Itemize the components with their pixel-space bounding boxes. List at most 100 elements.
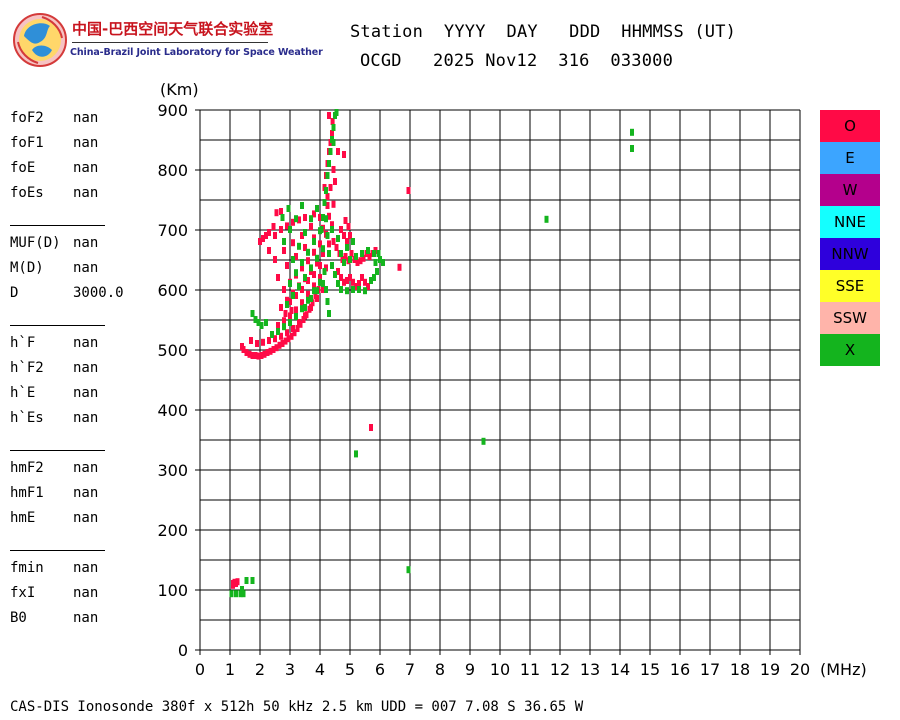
- echo-point-x: [325, 232, 330, 239]
- echo-point-x: [285, 301, 289, 308]
- echo-point-o: [279, 208, 283, 215]
- echo-point-x: [360, 250, 364, 257]
- echo-point-o: [291, 239, 295, 247]
- echo-point-o: [282, 247, 286, 254]
- echo-point-x: [322, 268, 327, 275]
- echo-point-x: [303, 304, 307, 311]
- x-tick-label: 3: [285, 660, 295, 679]
- legend-label: NNW: [831, 245, 869, 263]
- echo-point-o: [309, 304, 313, 311]
- echo-point-o: [309, 223, 313, 230]
- echo-point-o: [283, 310, 288, 317]
- legend-swatch-o: O: [820, 110, 880, 142]
- echo-point-o: [369, 424, 373, 431]
- echo-point-x: [345, 287, 349, 295]
- echo-point-x: [306, 248, 310, 256]
- echo-point-x: [544, 215, 549, 223]
- echo-point-o: [285, 262, 289, 269]
- echo-point-x: [294, 313, 298, 320]
- echo-point-o: [342, 151, 346, 158]
- x-tick-label: 19: [760, 660, 780, 679]
- echo-point-o: [261, 338, 265, 346]
- echo-point-x: [315, 287, 319, 295]
- echo-point-x: [381, 259, 385, 266]
- echo-point-o: [334, 244, 339, 251]
- echo-point-o: [273, 232, 277, 239]
- echo-point-x: [315, 205, 319, 212]
- y-tick-label: 800: [157, 161, 188, 180]
- echo-point-x: [321, 280, 325, 287]
- echo-point-x: [294, 215, 298, 223]
- echo-point-x: [324, 187, 328, 194]
- echo-point-o: [327, 112, 331, 119]
- echo-point-o: [285, 329, 289, 337]
- echo-point-o: [346, 223, 351, 230]
- legend-swatch-e: E: [820, 142, 880, 174]
- echo-point-o: [331, 238, 336, 245]
- x-tick-label: 6: [375, 660, 385, 679]
- echo-point-x: [325, 172, 330, 179]
- echo-point-x: [250, 577, 255, 584]
- echo-point-x: [300, 202, 304, 209]
- echo-point-x: [354, 253, 358, 260]
- echo-point-x: [276, 328, 280, 335]
- legend-label: O: [844, 117, 856, 135]
- x-tick-label: 20: [790, 660, 810, 679]
- legend-label: E: [845, 149, 855, 167]
- echo-point-o: [348, 232, 352, 239]
- y-tick-label: 300: [157, 461, 188, 480]
- echo-point-x: [336, 280, 340, 287]
- x-tick-label: 11: [520, 660, 540, 679]
- echo-point-o: [331, 166, 336, 173]
- y-tick-label: 400: [157, 401, 188, 420]
- x-axis-label: (MHz): [820, 660, 867, 679]
- x-tick-label: 13: [580, 660, 600, 679]
- echo-point-o: [279, 226, 283, 233]
- legend-swatch-nne: NNE: [820, 206, 880, 238]
- echo-point-x: [234, 590, 238, 598]
- echo-point-o: [327, 240, 331, 248]
- echo-point-x: [373, 259, 378, 266]
- echo-point-x: [327, 250, 331, 257]
- echo-point-x: [327, 160, 331, 167]
- echo-point-o: [325, 193, 330, 200]
- y-tick-label: 700: [157, 221, 188, 240]
- echo-point-o: [276, 274, 280, 281]
- legend-label: X: [844, 341, 856, 359]
- echo-point-x: [366, 247, 370, 254]
- echo-point-x: [351, 238, 355, 245]
- echo-point-o: [235, 578, 240, 586]
- echo-point-x: [331, 124, 336, 131]
- y-tick-label: 0: [178, 641, 188, 660]
- echo-point-x: [288, 226, 292, 233]
- x-tick-label: 10: [490, 660, 510, 679]
- echo-point-o: [406, 187, 411, 194]
- x-tick-label: 15: [640, 660, 660, 679]
- echo-point-x: [375, 268, 379, 275]
- echo-point-x: [406, 566, 411, 574]
- echo-point-o: [303, 214, 307, 221]
- x-tick-label: 7: [405, 660, 415, 679]
- echo-point-x: [322, 199, 327, 206]
- echo-point-x: [376, 250, 381, 257]
- echo-point-x: [351, 286, 355, 293]
- echo-point-x: [321, 245, 325, 253]
- echo-point-x: [297, 242, 301, 250]
- echo-point-x: [345, 244, 349, 251]
- instrument-footer: CAS-DIS Ionosonde 380f x 512h 50 kHz 2.5…: [10, 699, 584, 715]
- echo-point-o: [255, 340, 259, 347]
- echo-point-o: [274, 209, 279, 217]
- echo-point-x: [630, 128, 634, 136]
- echo-point-x: [334, 109, 339, 116]
- echo-point-x: [250, 310, 255, 317]
- x-tick-label: 12: [550, 660, 570, 679]
- echo-point-x: [333, 271, 337, 278]
- echo-point-x: [330, 226, 334, 233]
- echo-point-o: [282, 317, 286, 325]
- echo-point-o: [279, 304, 283, 311]
- echo-point-x: [229, 590, 234, 598]
- legend-label: NNE: [834, 213, 866, 231]
- echo-point-x: [303, 274, 307, 281]
- echo-point-o: [312, 248, 316, 256]
- echo-point-o: [289, 307, 294, 314]
